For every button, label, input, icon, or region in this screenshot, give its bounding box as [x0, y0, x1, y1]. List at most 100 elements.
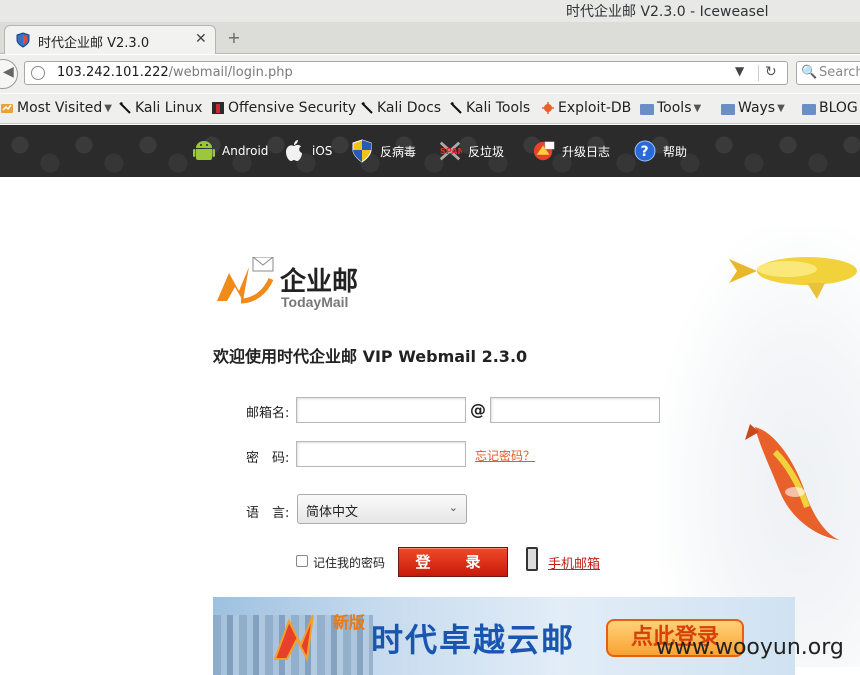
offsec-icon: [212, 102, 224, 114]
mobile-mail-link[interactable]: 手机邮箱: [548, 553, 600, 572]
nav-help[interactable]: ? 帮助: [633, 139, 687, 163]
svg-text:?: ?: [641, 144, 649, 160]
url-host: 103.242.101.222: [57, 65, 169, 80]
logo-subtitle: TodayMail: [281, 294, 349, 310]
folder-icon: [802, 103, 816, 115]
nav-label: 帮助: [663, 144, 688, 159]
url-path: /webmail/login.php: [168, 65, 293, 80]
login-button[interactable]: 登 录: [398, 547, 508, 577]
back-arrow-icon: ◀: [3, 64, 14, 80]
bookmark-kali-docs[interactable]: Kali Docs: [360, 100, 441, 116]
nav-label: 反垃圾: [468, 144, 505, 159]
anti-spam-icon: SPAM: [438, 139, 462, 163]
bookmarks-toolbar: Most Visited ▼ Kali Linux Offensive Secur…: [0, 94, 860, 124]
shield-icon: [350, 139, 374, 163]
url-history-dropdown-icon[interactable]: ▼: [735, 64, 744, 78]
bookmark-label: Most Visited: [17, 100, 103, 116]
android-icon: [192, 139, 216, 163]
mailbox-username-input[interactable]: [296, 397, 466, 423]
chevron-down-icon: ⌄: [448, 501, 458, 514]
search-icon: 🔍: [801, 65, 818, 80]
nav-android[interactable]: Android: [192, 139, 268, 163]
bookmark-folder-tools[interactable]: Tools ▼: [640, 100, 701, 116]
window-titlebar: 时代企业邮 V2.3.0 - Iceweasel: [0, 0, 860, 22]
reload-icon[interactable]: ↻: [765, 64, 777, 80]
banner-logo-icon: [273, 614, 314, 663]
bookmark-kali-linux[interactable]: Kali Linux: [118, 100, 202, 116]
mailbox-label: 邮箱名:: [246, 406, 290, 421]
language-value: 简体中文: [306, 505, 359, 520]
nav-ios[interactable]: iOS: [282, 139, 332, 163]
banner-new-tag: 新版: [333, 613, 366, 632]
bookmark-offensive-security[interactable]: Offensive Security: [211, 100, 356, 116]
folder-icon: [721, 103, 735, 115]
password-input[interactable]: [296, 441, 466, 467]
bookmark-label: Kali Docs: [377, 100, 442, 116]
help-icon: ?: [633, 139, 657, 163]
upgrade-log-icon: [532, 139, 556, 163]
exploit-db-icon: [542, 102, 554, 114]
bookmark-folder-blog[interactable]: BLOG▼: [802, 100, 860, 116]
svg-text:SPAM: SPAM: [440, 146, 462, 156]
bookmark-label: Tools: [657, 100, 692, 116]
bookmark-label: Kali Tools: [466, 100, 531, 116]
tab-close-icon[interactable]: ✕: [195, 31, 207, 47]
nav-antivirus[interactable]: 反病毒: [350, 139, 416, 163]
url-bar[interactable]: 103.242.101.222/webmail/login.php ▼ ↻: [24, 61, 788, 85]
bookmark-kali-tools[interactable]: Kali Tools: [449, 100, 530, 116]
most-visited-icon: [1, 104, 13, 113]
bookmark-label: Ways: [738, 100, 776, 116]
watermark: www.wooyun.org: [656, 635, 844, 660]
logo-mark-icon: [217, 257, 274, 304]
window-title: 时代企业邮 V2.3.0 - Iceweasel: [566, 4, 769, 20]
chevron-down-icon: ▼: [104, 102, 112, 114]
nav-label: 升级日志: [562, 144, 611, 159]
koi-fish-orange-image: [745, 424, 840, 540]
navigation-bar: ◀ 103.242.101.222/webmail/login.php ▼ ↻ …: [0, 55, 860, 93]
language-label: 语 言:: [246, 506, 290, 521]
bookmark-label: Offensive Security: [228, 100, 357, 116]
chevron-down-icon: ▼: [693, 102, 702, 114]
logo-name: 企业邮: [280, 267, 359, 297]
bookmark-label: Exploit-DB: [558, 100, 632, 116]
at-sign: @: [470, 400, 486, 419]
page-top-nav: Android iOS 反病毒 SPAM 反垃圾 升级日志 ? 帮助: [0, 125, 860, 177]
bookmark-folder-ways[interactable]: Ways ▼: [721, 100, 785, 116]
folder-icon: [640, 103, 654, 115]
bookmark-label: BLOG: [819, 100, 858, 116]
mailbox-domain-input[interactable]: [490, 397, 660, 423]
nav-label: Android: [222, 144, 269, 158]
forgot-password-link[interactable]: 忘记密码？: [475, 447, 535, 464]
tab-strip: 时代企业邮 V2.3.0 ✕ +: [0, 22, 860, 54]
bookmark-exploit-db[interactable]: Exploit-DB: [541, 100, 631, 116]
remember-password-label: 记住我的密码: [313, 556, 386, 570]
tab-active[interactable]: 时代企业邮 V2.3.0 ✕: [4, 25, 216, 54]
mobile-phone-icon: [526, 547, 538, 571]
kali-dragon-icon: [119, 102, 131, 114]
koi-fish-yellow-image: [729, 257, 857, 299]
page-title: 欢迎使用时代企业邮 VIP Webmail 2.3.0: [213, 347, 528, 366]
bookmark-most-visited[interactable]: Most Visited ▼: [0, 100, 112, 116]
bookmark-label: Kali Linux: [135, 100, 203, 116]
url-separator: [758, 65, 759, 81]
remember-password-checkbox[interactable]: [296, 555, 308, 567]
nav-label: 反病毒: [380, 144, 417, 159]
globe-icon: [31, 66, 45, 80]
nav-upgrade-log[interactable]: 升级日志: [532, 139, 610, 163]
back-button[interactable]: ◀: [0, 59, 18, 89]
search-placeholder: Search: [819, 65, 860, 80]
nav-anti-spam[interactable]: SPAM 反垃圾: [438, 139, 504, 163]
banner-title: 时代卓越云邮: [371, 621, 576, 659]
url-text: 103.242.101.222/webmail/login.php: [57, 65, 293, 80]
search-bar[interactable]: 🔍 Search: [796, 61, 860, 85]
chevron-down-icon: ▼: [777, 102, 785, 114]
login-page: 企业邮 TodayMail 欢迎使用时代企业邮 VIP Webmail 2.3.…: [0, 177, 860, 675]
password-label: 密 码:: [246, 451, 290, 466]
new-tab-icon[interactable]: +: [226, 30, 242, 46]
nav-label: iOS: [312, 144, 333, 158]
tab-title: 时代企业邮 V2.3.0: [38, 36, 150, 51]
language-select[interactable]: 简体中文 ⌄: [297, 494, 467, 524]
kali-dragon-icon: [361, 102, 373, 114]
todaymail-logo: 企业邮 TodayMail: [213, 249, 373, 313]
shield-favicon-icon: [16, 32, 30, 48]
